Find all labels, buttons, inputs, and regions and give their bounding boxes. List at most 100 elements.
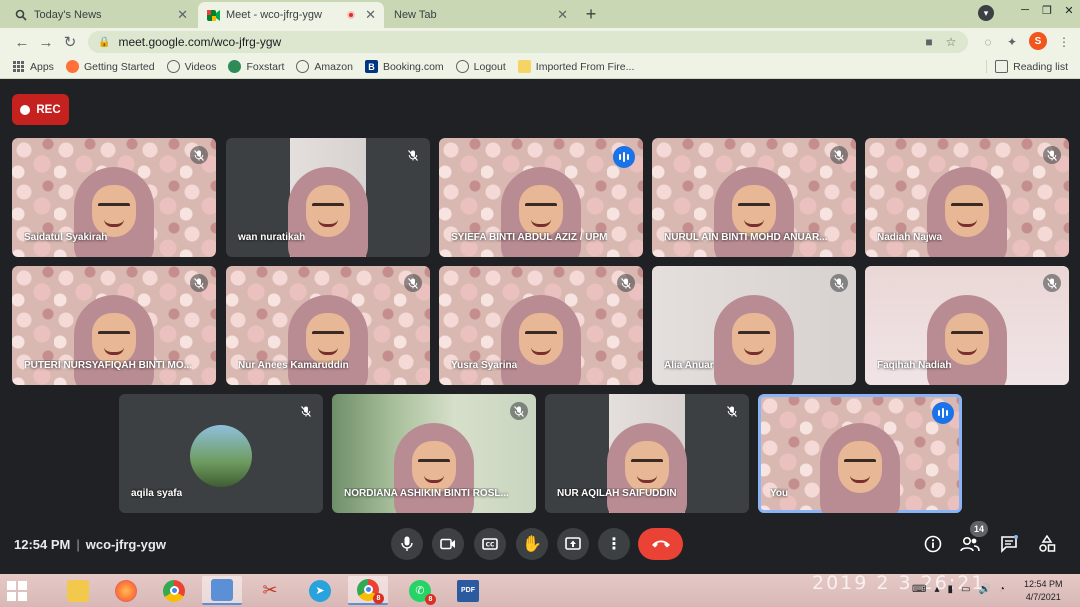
- tab-meet[interactable]: Meet - wco-jfrg-ygw ✕: [198, 2, 384, 28]
- whatsapp-icon: ✆ 8: [409, 579, 436, 605]
- participant-tile[interactable]: You: [758, 394, 962, 513]
- participant-name: PUTERI NURSYAFIQAH BINTI MO...: [24, 360, 192, 371]
- taskbar-chrome-meet[interactable]: 8: [348, 576, 388, 605]
- globe-icon: [166, 60, 180, 73]
- bookmark-videos[interactable]: Videos: [166, 60, 216, 73]
- menu-icon[interactable]: ⋮: [1054, 32, 1074, 52]
- captions-button[interactable]: CC: [474, 528, 506, 560]
- tab-title: Meet - wco-jfrg-ygw: [226, 9, 322, 21]
- participant-tile[interactable]: Yusra Syarina: [439, 266, 643, 385]
- mic-off-icon: [830, 274, 848, 292]
- tab-search-icon[interactable]: ▾: [978, 5, 994, 21]
- participant-avatar: [190, 425, 252, 487]
- chrome-icon: 8: [357, 578, 384, 604]
- camera-button[interactable]: [432, 528, 464, 560]
- activities-button[interactable]: [1035, 532, 1059, 556]
- keyboard-icon[interactable]: ⌨: [912, 584, 926, 595]
- windows-start-icon[interactable]: [6, 580, 28, 602]
- scissors-icon: ✂: [262, 580, 278, 600]
- raise-hand-button[interactable]: ✋: [516, 528, 548, 560]
- taskbar-snipping-tool[interactable]: ✂: [250, 576, 290, 605]
- camera-icon[interactable]: ■: [920, 31, 938, 53]
- minimize-icon[interactable]: ─: [1014, 4, 1036, 16]
- firefox-icon: [65, 60, 79, 73]
- tray-expand-icon[interactable]: ▴: [934, 584, 939, 595]
- participant-tile[interactable]: Nadiah Najwa: [865, 138, 1069, 257]
- participant-tile[interactable]: Alia Anuar: [652, 266, 856, 385]
- participant-tile[interactable]: PUTERI NURSYAFIQAH BINTI MO...: [12, 266, 216, 385]
- chat-icon: [1001, 535, 1018, 553]
- chat-button[interactable]: [997, 532, 1021, 556]
- taskbar-control-panel[interactable]: [202, 576, 242, 605]
- participant-tile[interactable]: wan nuratikah: [226, 138, 430, 257]
- bookmark-foxstart[interactable]: Foxstart: [228, 60, 284, 73]
- tab-new-tab[interactable]: New Tab ✕: [386, 2, 576, 28]
- reading-list-button[interactable]: Reading list: [986, 60, 1068, 73]
- pdf-icon: PDF: [457, 579, 479, 602]
- star-icon[interactable]: ☆: [942, 31, 960, 53]
- bookmark-booking[interactable]: B Booking.com: [364, 60, 444, 73]
- battery-icon[interactable]: ▭: [961, 584, 970, 595]
- participant-tile[interactable]: NORDIANA ASHIKIN BINTI ROSL...: [332, 394, 536, 513]
- reload-icon[interactable]: ↻: [60, 32, 80, 52]
- wifi-icon[interactable]: ◔: [999, 584, 1005, 595]
- foxstart-icon: [228, 60, 242, 73]
- forward-icon[interactable]: →: [36, 32, 56, 52]
- bookmark-getting-started[interactable]: Getting Started: [65, 60, 155, 73]
- microphone-icon: [401, 536, 413, 551]
- taskbar-firefox[interactable]: [106, 576, 146, 605]
- monitor-icon: [211, 578, 233, 601]
- taskbar-chrome[interactable]: [154, 576, 194, 605]
- participant-tile[interactable]: Faqihah Nadiah: [865, 266, 1069, 385]
- folder-icon: [517, 60, 531, 73]
- back-icon[interactable]: ←: [12, 32, 32, 52]
- profile-avatar[interactable]: S: [1029, 32, 1047, 50]
- close-icon[interactable]: ✕: [557, 7, 568, 23]
- taskbar-telegram[interactable]: ➤: [300, 576, 340, 605]
- record-dot-icon: [20, 104, 31, 115]
- mic-off-icon: [1043, 274, 1061, 292]
- taskbar-whatsapp[interactable]: ✆ 8: [400, 576, 440, 605]
- meeting-details-button[interactable]: [921, 532, 945, 556]
- leave-call-button[interactable]: [638, 528, 683, 560]
- taskbar-pdf-reader[interactable]: PDF: [448, 576, 488, 605]
- maximize-icon[interactable]: ❐: [1036, 4, 1058, 17]
- participant-name: aqila syafa: [131, 488, 183, 499]
- speaking-indicator-icon: [613, 146, 635, 168]
- mic-off-icon: [404, 274, 422, 292]
- microphone-button[interactable]: [391, 528, 423, 560]
- participant-tile[interactable]: Saidatul Syakirah: [12, 138, 216, 257]
- participant-tile[interactable]: SYIEFA BINTI ABDUL AZIZ / UPM: [439, 138, 643, 257]
- end-call-icon: [651, 540, 670, 548]
- participant-tile[interactable]: aqila syafa: [119, 394, 323, 513]
- close-window-icon[interactable]: ✕: [1058, 4, 1080, 17]
- present-screen-button[interactable]: [557, 528, 589, 560]
- system-clock[interactable]: 12:54 PM 4/7/2021: [1024, 578, 1063, 604]
- bookmark-imported-folder[interactable]: Imported From Fire...: [517, 60, 634, 73]
- close-icon[interactable]: ✕: [365, 7, 376, 23]
- participant-tile[interactable]: Nur Anees Kamaruddin: [226, 266, 430, 385]
- hand-icon: ✋: [522, 536, 542, 553]
- participant-name: Yusra Syarina: [451, 360, 518, 371]
- clock-time: 12:54 PM: [1024, 579, 1063, 589]
- notification-badge: 8: [425, 593, 436, 605]
- participant-name: NORDIANA ASHIKIN BINTI ROSL...: [344, 488, 509, 499]
- participant-name: NUR AQILAH SAIFUDDIN: [557, 488, 677, 499]
- network-icon[interactable]: ▮: [947, 584, 953, 595]
- bookmark-logout[interactable]: Logout: [455, 60, 506, 73]
- tab-todays-news[interactable]: Today's News ✕: [6, 2, 196, 28]
- bookmark-amazon[interactable]: Amazon: [296, 60, 353, 73]
- extension-icon[interactable]: ◌: [978, 32, 998, 52]
- more-options-button[interactable]: ⋮: [598, 528, 630, 560]
- taskbar-file-explorer[interactable]: [58, 576, 98, 605]
- system-tray: ⌨ ▴ ▮ ▭ 🔊 ◔: [908, 584, 1009, 595]
- new-tab-button[interactable]: +: [580, 4, 602, 24]
- close-icon[interactable]: ✕: [177, 7, 188, 23]
- puzzle-icon[interactable]: ✦: [1002, 32, 1022, 52]
- participant-tile[interactable]: NUR AQILAH SAIFUDDIN: [545, 394, 749, 513]
- bookmark-apps[interactable]: Apps: [12, 60, 54, 73]
- volume-icon[interactable]: 🔊: [978, 584, 990, 595]
- search-icon: [14, 8, 28, 22]
- participant-tile[interactable]: NURUL AIN BINTI MOHD ANUAR...: [652, 138, 856, 257]
- address-bar[interactable]: 🔒 meet.google.com/wco-jfrg-ygw ■ ☆: [88, 31, 968, 53]
